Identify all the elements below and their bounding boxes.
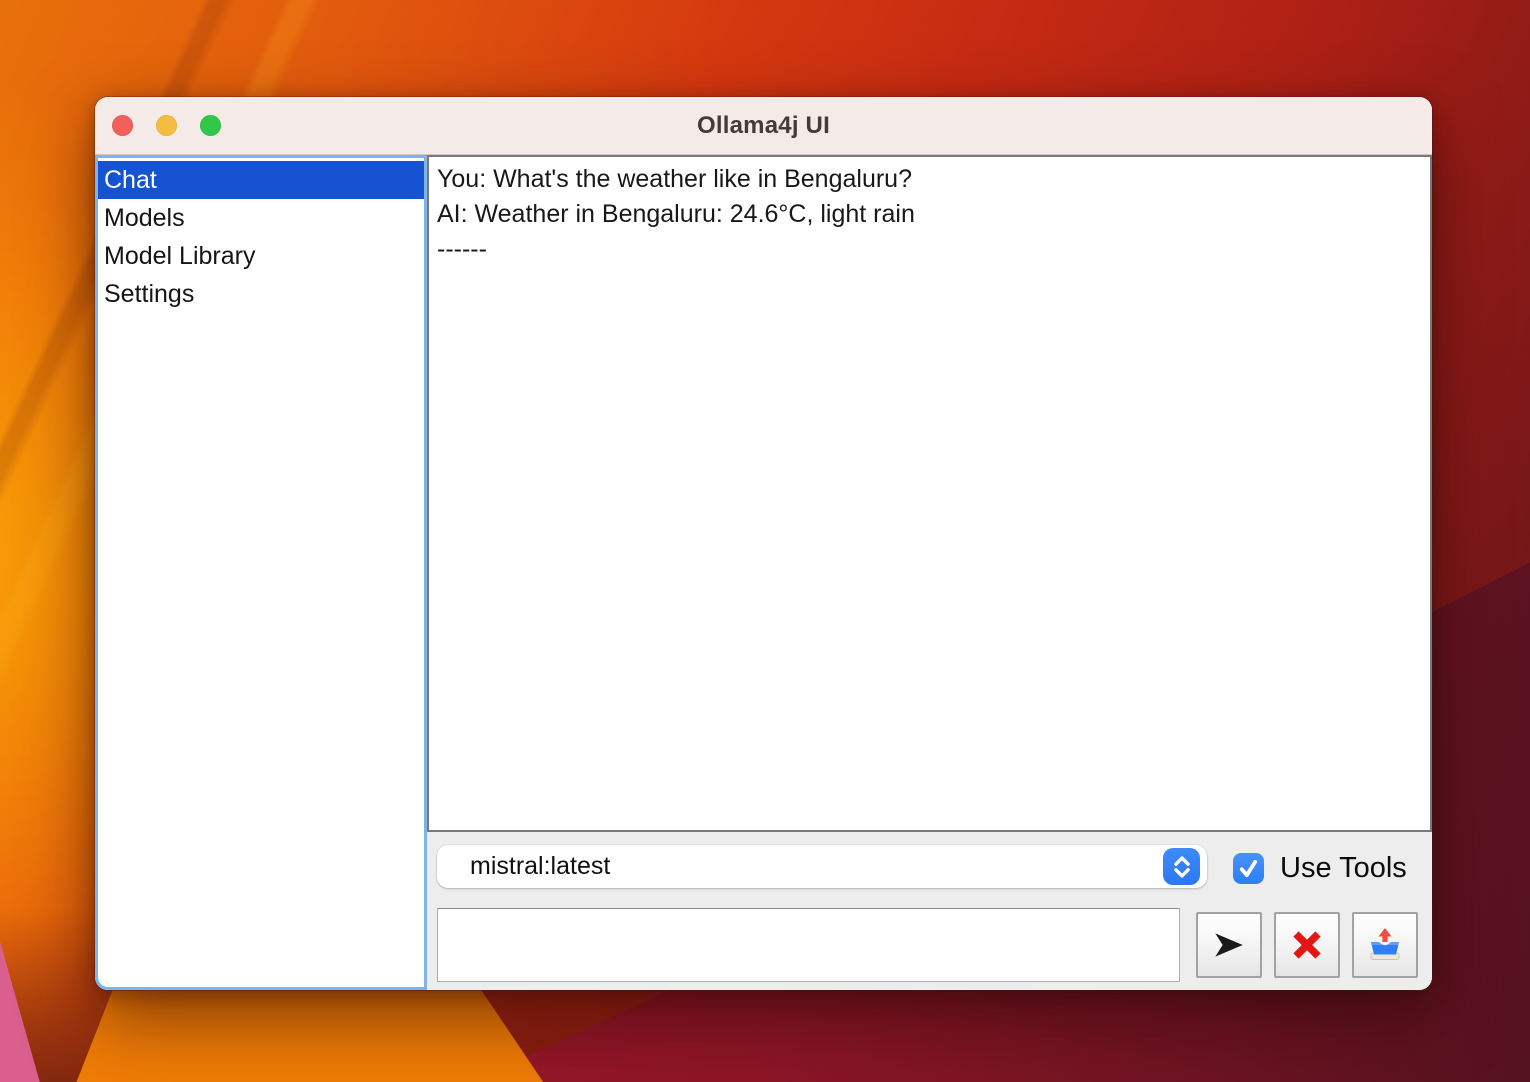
sidebar-item-chat[interactable]: Chat [98,161,424,199]
titlebar[interactable]: Ollama4j UI [95,97,1432,155]
upload-tray-button[interactable] [1352,912,1418,978]
sidebar-item-model-library[interactable]: Model Library [98,237,424,275]
use-tools-control: Use Tools [1233,848,1407,888]
clear-button[interactable] [1274,912,1340,978]
use-tools-label: Use Tools [1280,852,1407,885]
minimize-button[interactable] [156,115,177,136]
use-tools-checkbox[interactable] [1233,853,1264,884]
model-select[interactable]: mistral:latest [437,845,1207,888]
outbox-tray-icon [1365,925,1405,965]
close-button[interactable] [112,115,133,136]
traffic-lights [112,115,221,136]
sidebar-item-settings[interactable]: Settings [98,275,424,313]
app-window: Ollama4j UI Chat Models Model Library Se… [95,97,1432,990]
sidebar-nav: Chat Models Model Library Settings [95,155,427,990]
checkmark-icon [1236,856,1261,881]
sidebar-item-models[interactable]: Models [98,199,424,237]
window-title: Ollama4j UI [697,112,830,140]
send-button[interactable] [1196,912,1262,978]
zoom-button[interactable] [200,115,221,136]
chat-line-separator: ------ [437,232,1422,267]
red-x-icon [1287,925,1327,965]
chat-line-ai: AI: Weather in Bengaluru: 24.6°C, light … [437,197,1422,232]
chevron-up-down-icon [1163,848,1200,885]
chat-line-user: You: What's the weather like in Bengalur… [437,162,1422,197]
send-arrow-icon [1210,926,1248,964]
message-input[interactable] [437,908,1180,982]
controls-panel: mistral:latest Use Tools [427,832,1432,990]
model-select-value: mistral:latest [470,852,610,881]
chat-transcript[interactable]: You: What's the weather like in Bengalur… [427,155,1432,832]
